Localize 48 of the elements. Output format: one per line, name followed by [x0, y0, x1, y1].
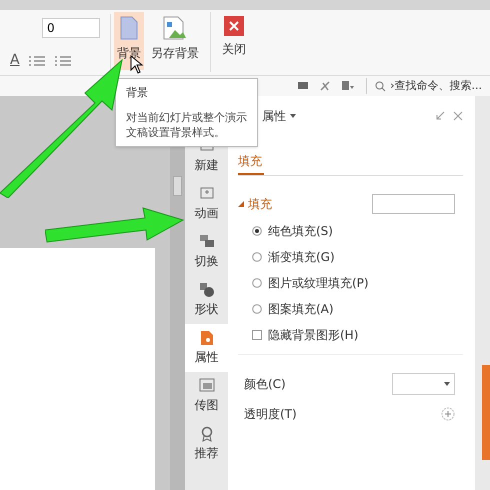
panel-title[interactable]: 属性 — [262, 107, 286, 125]
upload-image-icon — [198, 378, 214, 394]
option-label: 渐变填充(G) — [268, 249, 335, 266]
caret-icon — [444, 382, 450, 386]
transparency-label: 透明度(T) — [244, 406, 297, 423]
picture-icon — [163, 16, 187, 40]
font-size-dropdown[interactable]: 0 — [42, 18, 100, 38]
radio-button[interactable] — [252, 278, 262, 288]
collapse-icon[interactable] — [435, 111, 445, 121]
shapes-icon — [198, 282, 214, 298]
side-tab[interactable]: 属性 — [185, 324, 228, 372]
numbered-list-icon[interactable] — [54, 54, 72, 66]
option-label: 纯色填充(S) — [268, 223, 333, 240]
side-tab[interactable]: 动画 — [185, 180, 228, 228]
font-color-button[interactable]: A — [10, 50, 20, 71]
bullet-list-icon[interactable] — [28, 54, 46, 66]
panel-handle[interactable] — [482, 365, 490, 460]
transition-icon — [198, 234, 214, 250]
close-icon[interactable] — [453, 111, 463, 121]
checkbox[interactable] — [252, 330, 262, 340]
slideshow-icon[interactable] — [298, 81, 308, 91]
side-tab[interactable]: 形状 — [185, 276, 228, 324]
tooltip-text: 对当前幻灯片或整个演示文稿设置背景样式。 — [126, 110, 247, 140]
color-label: 颜色(C) — [244, 376, 286, 393]
color-dropdown[interactable] — [392, 373, 455, 395]
side-tab[interactable]: 传图 — [185, 372, 228, 420]
option-label: 图片或纹理填充(P) — [268, 275, 369, 292]
search-icon[interactable] — [375, 80, 386, 92]
radio-button[interactable] — [252, 226, 262, 236]
input-field[interactable] — [372, 194, 455, 214]
option-label: 图案填充(A) — [268, 301, 334, 318]
side-tab[interactable]: 切换 — [185, 228, 228, 276]
increase-icon[interactable] — [441, 407, 455, 421]
radio-button[interactable] — [252, 304, 262, 314]
search-field[interactable]: ›查找命令、搜索... — [390, 78, 482, 94]
page-icon — [120, 16, 138, 40]
expand-triangle-icon[interactable] — [238, 201, 244, 207]
side-tab[interactable]: 推荐 — [185, 420, 228, 468]
close-icon — [224, 16, 244, 36]
properties-icon — [198, 330, 214, 346]
caret-icon[interactable] — [290, 114, 296, 118]
fill-tab[interactable]: 填充 — [238, 152, 264, 175]
radio-button[interactable] — [252, 252, 262, 262]
save-background-button[interactable]: 另存背景 — [148, 12, 202, 70]
close-button[interactable]: 关闭 — [219, 12, 249, 70]
option-label: 隐藏背景图形(H) — [268, 327, 358, 344]
section-heading[interactable]: 填充 — [248, 195, 272, 213]
tooltip-title: 背景 — [126, 85, 149, 101]
